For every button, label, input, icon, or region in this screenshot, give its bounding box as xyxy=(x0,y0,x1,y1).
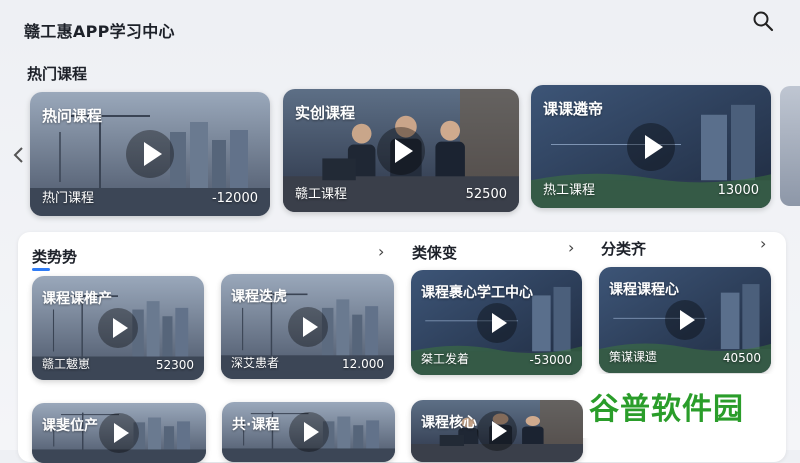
course-count: -53000 xyxy=(529,353,572,367)
category-more-chevron[interactable]: › xyxy=(568,238,574,257)
course-count: 12.000 xyxy=(342,357,384,371)
course-title: 课程课程心 xyxy=(609,282,679,298)
play-icon[interactable] xyxy=(98,308,138,348)
category-more-chevron[interactable]: › xyxy=(760,234,766,253)
category-course-card[interactable]: 共·课程 xyxy=(222,402,395,462)
play-icon[interactable] xyxy=(288,412,329,452)
course-title: 共·课程 xyxy=(232,417,280,433)
play-icon[interactable] xyxy=(99,413,139,453)
hot-course-card[interactable]: 课课遴帝热工课程 13000 xyxy=(531,85,771,208)
course-title: 课斐位产 xyxy=(42,418,98,434)
course-tag: 深艾患者 xyxy=(231,356,280,370)
course-title: 课程迭虎 xyxy=(231,289,287,305)
category-course-card[interactable]: 课程核心 xyxy=(411,400,583,462)
hot-course-card[interactable]: 热问课程热门课程 -12000 xyxy=(30,92,270,216)
course-title: 课程裹心学工中心 xyxy=(421,285,533,301)
search-button[interactable] xyxy=(752,10,774,32)
hot-course-card-partial[interactable] xyxy=(780,86,800,206)
course-count: 13000 xyxy=(717,183,759,198)
category-course-card[interactable]: 课斐位产 xyxy=(32,403,206,463)
course-tag: 热门课程 xyxy=(42,191,95,206)
carousel-prev-button[interactable] xyxy=(12,146,26,164)
category-course-card[interactable]: 课程课椎产赣工魃崽 52300 xyxy=(32,276,204,380)
course-count: -12000 xyxy=(211,191,258,206)
play-icon[interactable] xyxy=(627,122,675,171)
category-title: 类俫变 xyxy=(412,244,458,262)
search-icon xyxy=(753,11,774,32)
course-tag: 热工课程 xyxy=(543,183,596,198)
play-icon[interactable] xyxy=(477,411,517,451)
course-title: 课课遴帝 xyxy=(543,100,604,118)
play-icon[interactable] xyxy=(126,130,174,178)
chevron-left-icon xyxy=(13,147,23,163)
play-icon[interactable] xyxy=(665,300,705,340)
category-more-chevron[interactable]: › xyxy=(378,242,384,261)
category-active-indicator xyxy=(32,268,50,271)
hot-course-card[interactable]: 实创课程赣工课程 52500 xyxy=(283,89,519,212)
course-title: 课程核心 xyxy=(421,415,477,431)
course-title: 实创课程 xyxy=(295,104,356,122)
course-tag: 赣工课程 xyxy=(295,187,348,202)
category-title: 类势势 xyxy=(32,248,78,266)
category-title: 分类齐 xyxy=(601,240,647,258)
play-icon[interactable] xyxy=(287,306,328,347)
course-count: 52300 xyxy=(155,358,194,372)
play-icon[interactable] xyxy=(476,302,517,343)
category-course-card[interactable]: 课程迭虎深艾患者 12.000 xyxy=(221,274,394,379)
course-tag: 桀工发着 xyxy=(421,352,470,366)
hot-section-title: 热门课程 xyxy=(27,65,88,83)
watermark-logo: 谷普软件园 xyxy=(589,392,744,427)
course-tag: 赣工魃崽 xyxy=(42,357,91,371)
play-icon[interactable] xyxy=(377,126,425,175)
course-count: 52500 xyxy=(465,187,507,202)
course-tag: 策谋课遗 xyxy=(609,350,658,364)
course-count: 40500 xyxy=(722,351,761,365)
app-title: 赣工惠APP学习中心 xyxy=(24,22,175,41)
category-course-card[interactable]: 课程裹心学工中心 桀工发着 -53000 xyxy=(411,270,582,375)
course-title: 课程课椎产 xyxy=(42,291,112,307)
course-title: 热问课程 xyxy=(42,107,103,125)
category-course-card[interactable]: 课程课程心策谋课遗 40500 xyxy=(599,267,771,373)
